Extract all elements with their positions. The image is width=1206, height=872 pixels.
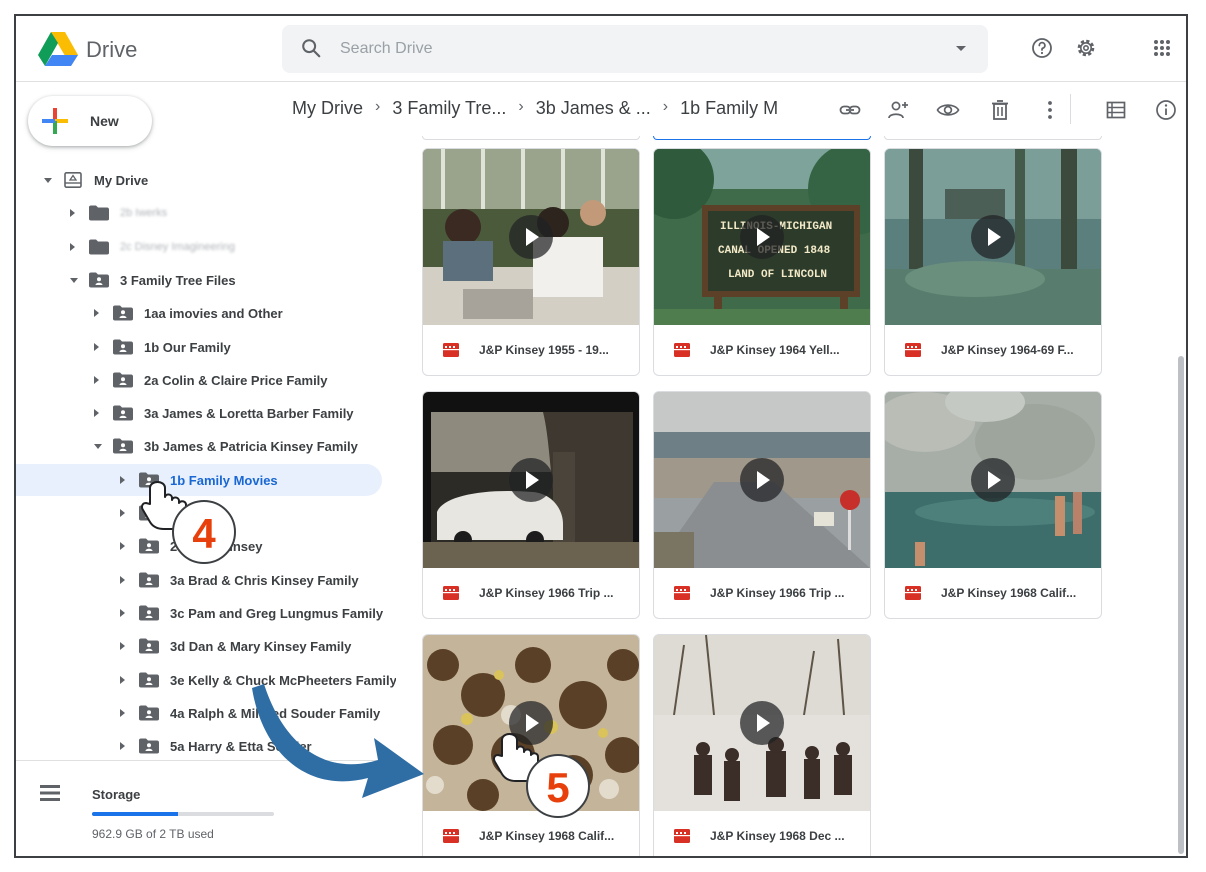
- step-number: 4: [192, 510, 216, 557]
- tutorial-overlay: [141, 481, 539, 798]
- drive-window: Drive Search Drive New My Drive 2b Iwerk…: [14, 14, 1188, 858]
- step-callout-5: 5: [526, 754, 590, 818]
- step-callout-4: 4: [172, 500, 236, 564]
- curved-arrow-icon: [252, 684, 424, 798]
- step-number: 5: [546, 764, 570, 811]
